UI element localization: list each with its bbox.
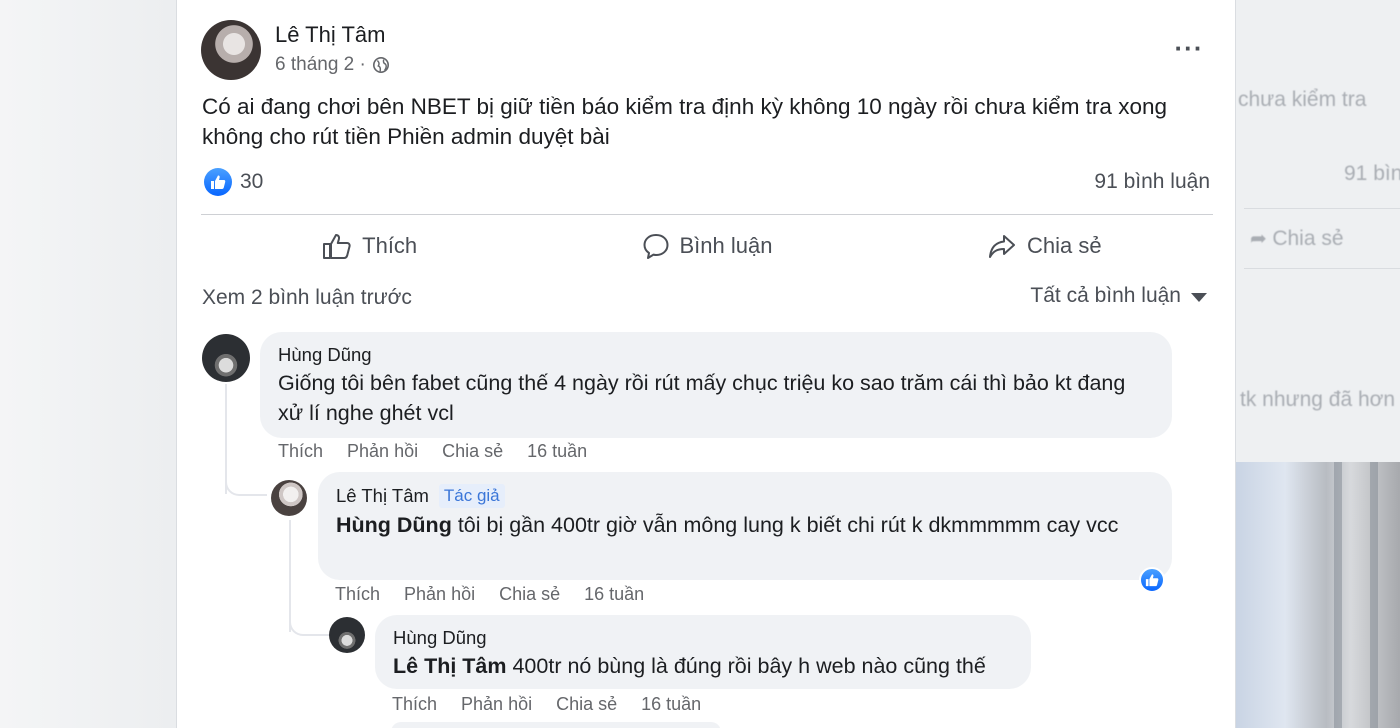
comment-actions: Thích Phản hồi Chia sẻ 16 tuần [335,584,644,605]
more-options-icon[interactable]: ··· [1169,30,1209,66]
comment-share-link[interactable]: Chia sẻ [499,584,560,605]
comment-bubble: Lê Thị Tâm Tác giả Hùng Dũng tôi bị gần … [318,472,1172,580]
like-button-label: Thích [362,233,418,258]
comment-filter[interactable]: Tất cả bình luận [1030,284,1207,308]
comment-text: Hùng Dũng tôi bị gần 400tr giờ vẫn mông … [336,513,1119,537]
thread-connector [289,610,329,636]
next-comment-bubble [391,722,721,728]
comment-author[interactable]: Hùng Dũng [393,627,1013,649]
author-badge: Tác giả [438,484,505,508]
comment-time[interactable]: 16 tuần [527,441,587,462]
like-count: 30 [240,170,264,193]
comment-button[interactable]: Bình luận [538,218,875,274]
post-card: Lê Thị Tâm 6 tháng 2 · ··· Có ai đang ch… [176,0,1236,728]
background-photo [1236,462,1400,728]
post-date[interactable]: 6 tháng 2 · [275,54,366,76]
comment-like-link[interactable]: Thích [278,441,323,462]
comment-time[interactable]: 16 tuần [641,694,701,715]
comment-text: Giống tôi bên fabet cũng thế 4 ngày rồi … [278,371,1126,425]
comment-bubble: Hùng Dũng Lê Thị Tâm 400tr nó bùng là đú… [375,615,1031,689]
share-button[interactable]: Chia sẻ [876,218,1213,274]
comment-filter-label: Tất cả bình luận [1030,284,1181,307]
globe-icon [372,56,389,74]
like-reaction-icon [204,168,232,196]
author-avatar[interactable] [201,20,261,80]
like-button[interactable]: Thích [201,218,538,274]
comment-reply-link[interactable]: Phản hồi [347,441,418,462]
mention-link[interactable]: Hùng Dũng [336,513,452,537]
post-author[interactable]: Lê Thị Tâm [275,22,385,48]
comment-actions: Thích Phản hồi Chia sẻ 16 tuần [278,441,587,462]
commenter-avatar[interactable] [202,334,250,382]
share-button-label: Chia sẻ [1027,233,1102,258]
comment-author[interactable]: Hùng Dũng [278,344,1154,366]
comment-like-reaction-icon[interactable] [1139,567,1165,593]
divider [201,214,1213,215]
thread-connector [225,470,267,496]
mention-link[interactable]: Lê Thị Tâm [393,654,506,678]
comment-like-link[interactable]: Thích [392,694,437,715]
ghost-divider [1244,268,1400,269]
comment-actions: Thích Phản hồi Chia sẻ 16 tuần [392,694,701,715]
ghost-text: 91 bìn [1344,162,1400,185]
comment-author[interactable]: Lê Thị Tâm Tác giả [336,484,1154,508]
view-previous-comments[interactable]: Xem 2 bình luận trước [202,286,412,310]
commenter-avatar[interactable] [271,480,307,516]
reactions-summary[interactable]: 30 [204,168,263,196]
ghost-text: chưa kiểm tra [1238,88,1367,111]
comment-share-link[interactable]: Chia sẻ [556,694,617,715]
background-left [0,0,176,728]
ghost-text: ➦ Chia sẻ [1250,227,1344,250]
commenter-avatar[interactable] [329,617,365,653]
ghost-divider [1244,208,1400,209]
comment-time[interactable]: 16 tuần [584,584,644,605]
share-icon [989,235,1016,258]
comment-text: Lê Thị Tâm 400tr nó bùng là đúng rồi bây… [393,654,986,678]
post-meta: 6 tháng 2 · [275,54,390,76]
comment-count[interactable]: 91 bình luận [1094,170,1210,194]
comment-button-label: Bình luận [679,233,773,258]
comment-reply-link[interactable]: Phản hồi [461,694,532,715]
ghost-text: tk nhưng đã hơn [1240,388,1396,411]
caret-down-icon [1191,293,1207,302]
comment-share-link[interactable]: Chia sẻ [442,441,503,462]
background-right: chưa kiểm tra 91 bìn ➦ Chia sẻ tk nhưng … [1236,0,1400,728]
comment-bubble: Hùng Dũng Giống tôi bên fabet cũng thế 4… [260,332,1172,438]
post-text: Có ai đang chơi bên NBET bị giữ tiền báo… [202,94,1167,149]
comment-reply-link[interactable]: Phản hồi [404,584,475,605]
thumbs-up-icon [323,234,351,259]
comment-like-link[interactable]: Thích [335,584,380,605]
comment-icon [643,234,668,259]
post-actions: Thích Bình luận Chia sẻ [201,218,1213,274]
